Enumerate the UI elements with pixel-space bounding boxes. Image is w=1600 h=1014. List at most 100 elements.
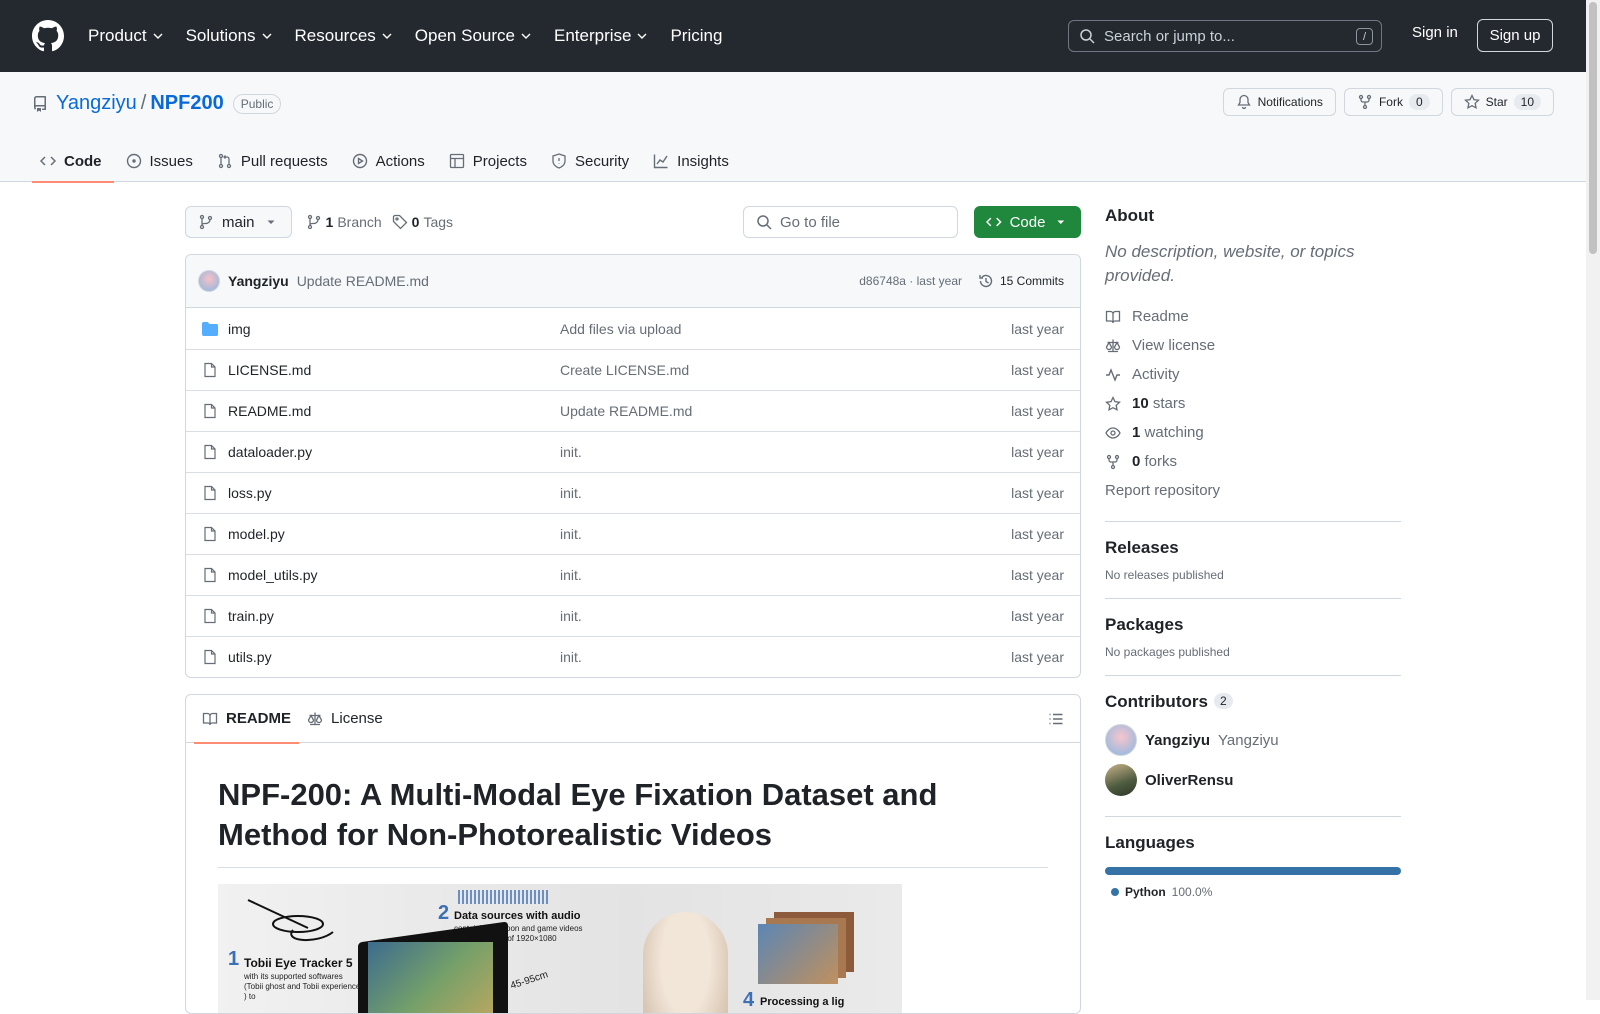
file-name-link[interactable]: model_utils.py [228,567,560,583]
nav-enterprise[interactable]: Enterprise [554,26,648,46]
main-content: main 1 Branch 0 Tags Go to file Code Yan… [185,206,1081,1014]
tab-label: License [331,710,383,727]
file-commit-time: last year [1011,320,1064,337]
tab-projects[interactable]: Projects [441,140,539,182]
chevron-down-icon [637,33,647,39]
slash-shortcut-hint: / [1356,28,1373,45]
file-commit-message[interactable]: Update README.md [560,403,1011,419]
notifications-button[interactable]: Notifications [1222,88,1336,116]
tab-license[interactable]: License [299,695,391,743]
repo-actions: Notifications Fork 0 Star 10 [1222,88,1554,116]
file-row[interactable]: utils.py init. last year [186,636,1080,677]
scrollbar-thumb[interactable] [1589,2,1597,254]
languages-heading: Languages [1105,833,1195,852]
stars-text: 10 stars [1132,395,1185,412]
nav-resources[interactable]: Resources [295,26,393,46]
file-name-link[interactable]: utils.py [228,649,560,665]
issue-icon [126,153,141,169]
tab-readme[interactable]: README [194,695,300,744]
readme-link[interactable]: Readme [1105,302,1401,331]
contributors-heading[interactable]: Contributors 2 [1105,692,1401,712]
file-name-link[interactable]: loss.py [228,485,560,501]
branch-select[interactable]: main [185,206,292,238]
tab-label: Pull requests [240,152,328,170]
packages-empty-text: No packages published [1105,645,1230,659]
file-commit-message[interactable]: init. [560,526,1011,542]
file-name-link[interactable]: README.md [228,403,560,419]
search-icon [1080,29,1095,44]
file-row[interactable]: dataloader.py init. last year [186,431,1080,472]
avatar[interactable] [198,270,220,292]
watchers-link[interactable]: 1 watching [1105,418,1401,447]
tab-insights[interactable]: Insights [645,140,741,182]
stars-label: stars [1152,395,1186,412]
file-name-link[interactable]: train.py [228,608,560,624]
nav-open-source[interactable]: Open Source [415,26,532,46]
sign-up-button[interactable]: Sign up [1477,19,1553,52]
nav-product[interactable]: Product [88,26,164,46]
code-button[interactable]: Code [974,206,1081,238]
file-commit-time: last year [1011,403,1064,419]
file-commit-message[interactable]: init. [560,567,1011,583]
forks-link[interactable]: 0 forks [1105,447,1401,476]
report-repository-link[interactable]: Report repository [1105,476,1401,505]
repo-name-link[interactable]: NPF200 [150,92,223,115]
tab-security[interactable]: Security [543,140,641,182]
language-item[interactable]: Python 100.0% [1105,885,1401,899]
file-row[interactable]: model.py init. last year [186,513,1080,554]
file-commit-message[interactable]: Add files via upload [560,321,1011,337]
tab-code[interactable]: Code [32,140,114,183]
page-scrollbar[interactable] [1586,0,1600,1000]
file-name-link[interactable]: model.py [228,526,560,542]
file-row[interactable]: loss.py init. last year [186,472,1080,513]
file-commit-message[interactable]: init. [560,485,1011,501]
list-icon[interactable] [1048,711,1064,727]
file-row[interactable]: LICENSE.md Create LICENSE.md last year [186,349,1080,390]
search-input[interactable]: Search or jump to... / [1068,20,1382,52]
pull-request-icon [218,153,232,169]
nav-pricing[interactable]: Pricing [670,26,722,46]
sign-in-link[interactable]: Sign in [1412,24,1458,41]
file-commit-message[interactable]: init. [560,608,1011,624]
star-label: Star [1485,95,1508,109]
file-name-link[interactable]: dataloader.py [228,444,560,460]
file-commit-message[interactable]: init. [560,649,1011,665]
tab-actions[interactable]: Actions [344,140,437,182]
contributor-item[interactable]: OliverRensu [1105,760,1401,800]
tab-issues[interactable]: Issues [118,140,205,182]
star-button[interactable]: Star 10 [1450,88,1554,116]
tab-pull-requests[interactable]: Pull requests [209,140,340,182]
file-commit-time: last year [1011,526,1064,542]
stars-link[interactable]: 10 stars [1105,389,1401,418]
file-row[interactable]: README.md Update README.md last year [186,390,1080,431]
contributor-item[interactable]: Yangziyu Yangziyu [1105,720,1401,760]
tab-label: Security [574,152,630,170]
fork-button[interactable]: Fork 0 [1343,88,1443,116]
file-name-link[interactable]: img [228,321,560,337]
commit-author[interactable]: Yangziyu [228,273,289,289]
packages-heading[interactable]: Packages [1105,615,1401,635]
nav-label: Open Source [414,26,515,45]
file-name-link[interactable]: LICENSE.md [228,362,560,378]
license-link[interactable]: View license [1105,331,1401,360]
nav-solutions[interactable]: Solutions [186,26,273,46]
file-commit-message[interactable]: Create LICENSE.md [560,362,1011,378]
file-row[interactable]: train.py init. last year [186,595,1080,636]
releases-heading[interactable]: Releases [1105,538,1401,558]
file-icon [204,362,216,378]
branches-link[interactable]: 1 Branch [306,214,382,230]
commits-link[interactable]: 15 Commits [978,273,1064,289]
go-to-file-input[interactable]: Go to file [743,206,958,238]
tags-link[interactable]: 0 Tags [392,214,453,230]
repo-owner-link[interactable]: Yangziyu [56,92,137,115]
activity-link[interactable]: Activity [1105,360,1401,389]
branches-count: 1 [325,214,334,230]
file-row[interactable]: model_utils.py init. last year [186,554,1080,595]
commits-count: 15 Commits [999,274,1064,288]
commit-message[interactable]: Update README.md [297,273,429,289]
file-commit-message[interactable]: init. [560,444,1011,460]
github-logo-icon[interactable] [32,20,64,52]
file-row[interactable]: img Add files via upload last year [186,308,1080,349]
tab-label: Insights [677,152,729,170]
commit-sha-time[interactable]: d86748a · last year [859,274,962,288]
